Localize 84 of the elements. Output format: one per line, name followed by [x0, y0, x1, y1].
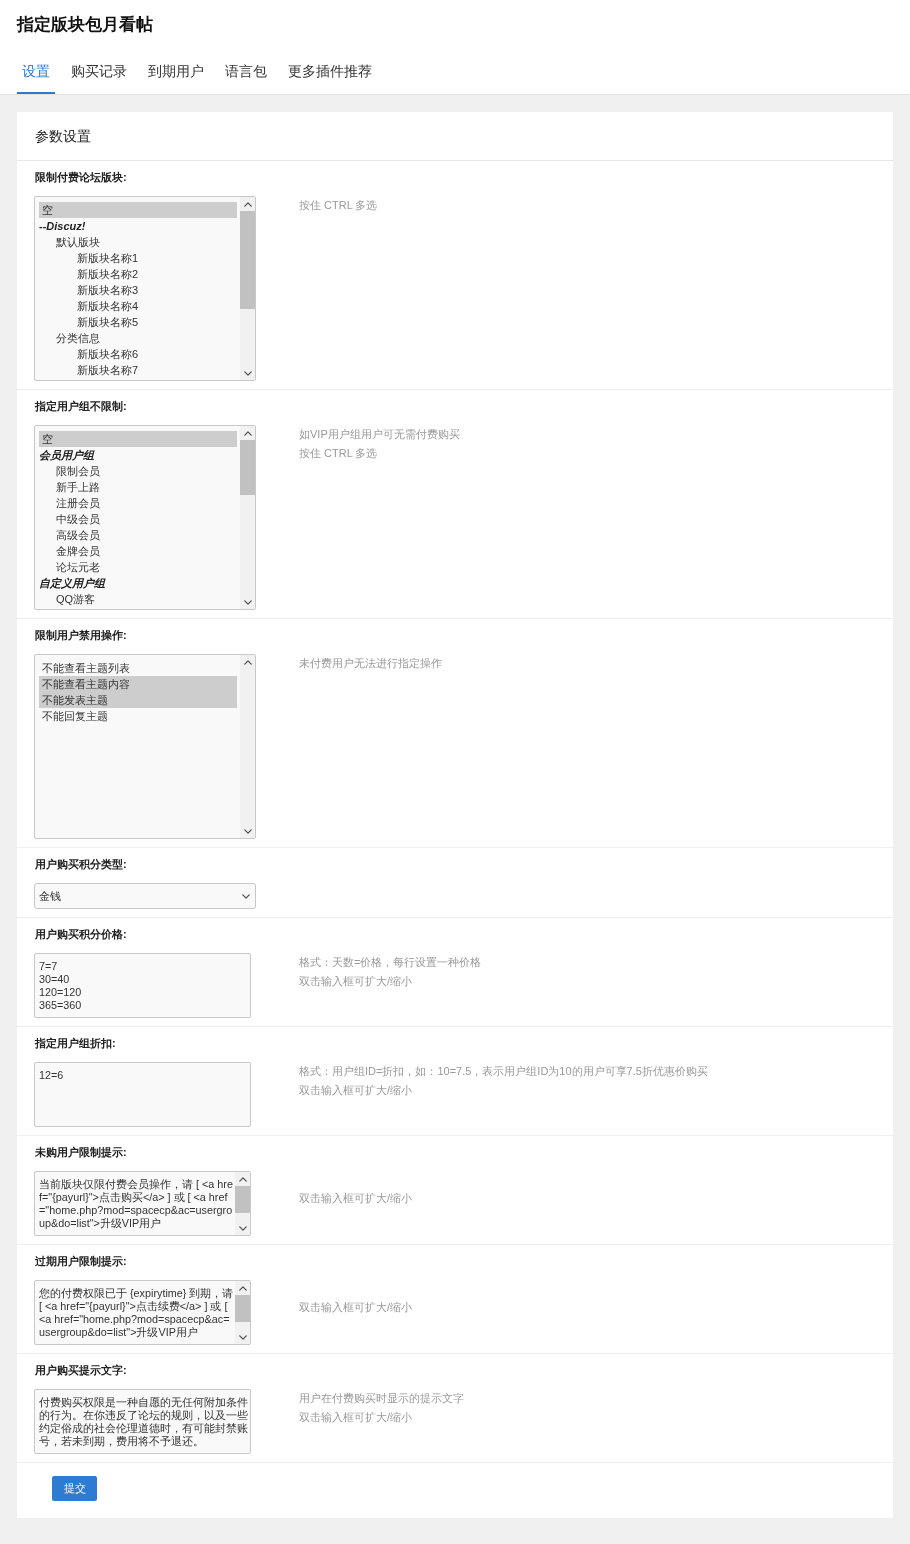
- tab[interactable]: 到期用户: [143, 57, 209, 94]
- field-label: 用户购买积分价格:: [34, 927, 127, 941]
- hint-text: 双击输入框可扩大/缩小: [299, 1083, 413, 1098]
- scrollbar-thumb[interactable]: [240, 440, 255, 495]
- hint-text: 按住 CTRL 多选: [299, 198, 378, 213]
- caret-up-icon: [243, 430, 252, 436]
- panel-title: 参数设置: [35, 126, 91, 146]
- list-option[interactable]: 金牌会员: [39, 543, 237, 559]
- listbox[interactable]: 不能查看主题列表 不能查看主题内容 不能发表主题 不能回复主题: [34, 654, 256, 839]
- list-option[interactable]: 高级会员: [39, 527, 237, 543]
- list-option[interactable]: 空: [39, 431, 237, 447]
- scrollbar[interactable]: [240, 426, 255, 609]
- listbox[interactable]: 空 会员用户组 限制会员 新手上路 注册会员 中级会员 高级会员 金牌会员 论坛元老 自定义用户组 QQ游客: [34, 425, 256, 610]
- field-label: 用户购买积分类型:: [34, 857, 127, 871]
- page-title: 指定版块包月看帖: [17, 14, 153, 36]
- field-label: 用户购买提示文字:: [34, 1363, 127, 1377]
- scrollbar-thumb[interactable]: [240, 211, 255, 309]
- list-option[interactable]: 新版块名称5: [39, 314, 237, 330]
- hint-text: 如VIP用户组用户可无需付费购买: [299, 427, 460, 442]
- caret-up-icon: [243, 201, 252, 207]
- caret-down-icon: [243, 828, 252, 834]
- scrollbar-thumb[interactable]: [235, 1186, 250, 1213]
- tab[interactable]: 设置: [17, 57, 55, 94]
- list-option[interactable]: 新版块名称7: [39, 362, 237, 378]
- hint-text: 双击输入框可扩大/缩小: [299, 1300, 413, 1315]
- hint-text: 格式：天数=价格，每行设置一种价格: [299, 955, 482, 970]
- field-label: 指定用户组不限制:: [34, 399, 127, 413]
- list-option[interactable]: 新版块名称1: [39, 250, 237, 266]
- list-option[interactable]: 注册会员: [39, 495, 237, 511]
- tab[interactable]: 购买记录: [66, 57, 132, 94]
- list-option[interactable]: 空: [39, 202, 237, 218]
- scrollbar-thumb[interactable]: [235, 1295, 250, 1322]
- listbox[interactable]: 空 --Discuz! 默认版块 新版块名称1 新版块名称2 新版块名称3 新版块名称4 新版块名称5 分类信息 新版块名称6 新版块名称7: [34, 196, 256, 381]
- select-field[interactable]: 金钱: [34, 883, 256, 909]
- caret-up-icon: [238, 1285, 247, 1291]
- list-option[interactable]: QQ游客: [39, 591, 237, 607]
- list-option[interactable]: 中级会员: [39, 511, 237, 527]
- caret-down-icon: [243, 370, 252, 376]
- list-option[interactable]: 不能查看主题列表: [39, 660, 237, 676]
- option-group-label: 会员用户组: [39, 448, 96, 463]
- field-label: 未购用户限制提示:: [34, 1145, 127, 1159]
- hint-text: 未付费用户无法进行指定操作: [299, 656, 442, 671]
- hint-text: 双击输入框可扩大/缩小: [299, 1410, 413, 1425]
- hint-text: 格式：用户组ID=折扣，如：10=7.5，表示用户组ID为10的用户可享7.5折优惠价购买: [299, 1064, 708, 1079]
- list-option[interactable]: 限制会员: [39, 463, 237, 479]
- caret-up-icon: [243, 659, 252, 665]
- textarea-field[interactable]: 当前版块仅限付费会员操作，请 [ <a href="{payurl}">点击购买</a> ] 或 [ <a href="home.php?mod=spacecp&ac=usergroup&do=list">升级VIP用户: [34, 1171, 251, 1236]
- textarea-field[interactable]: 您的付费权限已于 {expirytime} 到期，请 [ <a href="{payurl}">点击续费</a> ] 或 [ <a href="home.php?mod=spacecp&ac=usergroup&do=list">升级VIP用户: [34, 1280, 251, 1345]
- scrollbar[interactable]: [240, 197, 255, 380]
- textarea-field[interactable]: 12=6: [34, 1062, 251, 1127]
- option-group-label: 自定义用户组: [39, 576, 107, 591]
- textarea-field[interactable]: 付费购买权限是一种自愿的无任何附加条件的行为。在你违反了论坛的规则，以及一些约定俗成的社会伦理道德时，有可能封禁账号，若未到期，费用将不予退还。: [34, 1389, 251, 1454]
- list-option[interactable]: 论坛元老: [39, 559, 237, 575]
- scrollbar[interactable]: [235, 1172, 250, 1235]
- list-option[interactable]: 新版块名称2: [39, 266, 237, 282]
- hint-text: 双击输入框可扩大/缩小: [299, 974, 413, 989]
- hint-text: 用户在付费购买时显示的提示文字: [299, 1391, 464, 1406]
- field-label: 指定用户组折扣:: [34, 1036, 116, 1050]
- hint-text: 双击输入框可扩大/缩小: [299, 1191, 413, 1206]
- list-option[interactable]: 新版块名称6: [39, 346, 237, 362]
- scrollbar[interactable]: [240, 655, 255, 838]
- list-option[interactable]: 默认版块: [39, 234, 237, 250]
- field-label: 限制用户禁用操作:: [34, 628, 127, 642]
- tab[interactable]: 语言包: [220, 57, 272, 94]
- field-label: 过期用户限制提示:: [34, 1254, 127, 1268]
- list-option[interactable]: 不能发表主题: [39, 692, 237, 708]
- option-group-label: --Discuz!: [39, 219, 87, 234]
- caret-down-icon: [238, 1225, 247, 1231]
- list-option[interactable]: 新版块名称3: [39, 282, 237, 298]
- list-option[interactable]: 不能回复主题: [39, 708, 237, 724]
- field-label: 限制付费论坛版块:: [34, 170, 127, 184]
- hint-text: 按住 CTRL 多选: [299, 446, 378, 461]
- caret-down-icon: [243, 599, 252, 605]
- submit-button[interactable]: 提交: [52, 1476, 97, 1501]
- list-option[interactable]: 不能查看主题内容: [39, 676, 237, 692]
- textarea-field[interactable]: 7=7 30=40 120=120 365=360: [34, 953, 251, 1018]
- tab[interactable]: 更多插件推荐: [283, 57, 377, 94]
- caret-down-icon: [238, 1334, 247, 1340]
- list-option[interactable]: 新手上路: [39, 479, 237, 495]
- scrollbar[interactable]: [235, 1281, 250, 1344]
- list-option[interactable]: 新版块名称4: [39, 298, 237, 314]
- list-option[interactable]: 分类信息: [39, 330, 237, 346]
- caret-down-icon: [242, 893, 250, 899]
- caret-up-icon: [238, 1176, 247, 1182]
